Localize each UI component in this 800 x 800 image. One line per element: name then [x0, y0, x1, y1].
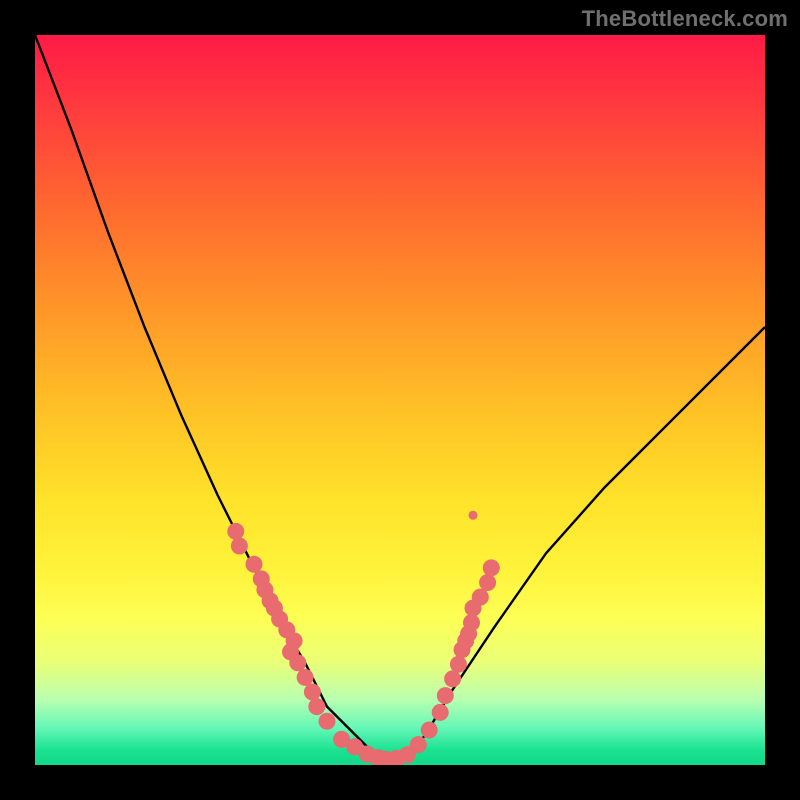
plot-svg [35, 35, 765, 765]
scatter-dots [227, 511, 500, 765]
plot-frame: TheBottleneck.com [0, 0, 800, 800]
scatter-dot [479, 574, 496, 591]
scatter-dot [437, 687, 454, 704]
scatter-dot [472, 589, 489, 606]
scatter-dot [483, 559, 500, 576]
scatter-dot [444, 670, 461, 687]
scatter-dot [304, 684, 321, 701]
scatter-dot [450, 656, 467, 673]
watermark-label: TheBottleneck.com [582, 6, 788, 32]
bottleneck-curve [35, 35, 765, 758]
scatter-dot [231, 538, 248, 555]
scatter-dot [297, 669, 314, 686]
scatter-dot [308, 698, 325, 715]
scatter-dot [319, 713, 336, 730]
scatter-dot [246, 556, 263, 573]
scatter-dot [421, 722, 438, 739]
scatter-dot [227, 523, 244, 540]
scatter-dot [463, 614, 480, 631]
scatter-dot [410, 736, 427, 753]
plot-area [35, 35, 765, 765]
scatter-dot [432, 704, 449, 721]
scatter-dot [289, 654, 306, 671]
scatter-dot [469, 511, 478, 520]
